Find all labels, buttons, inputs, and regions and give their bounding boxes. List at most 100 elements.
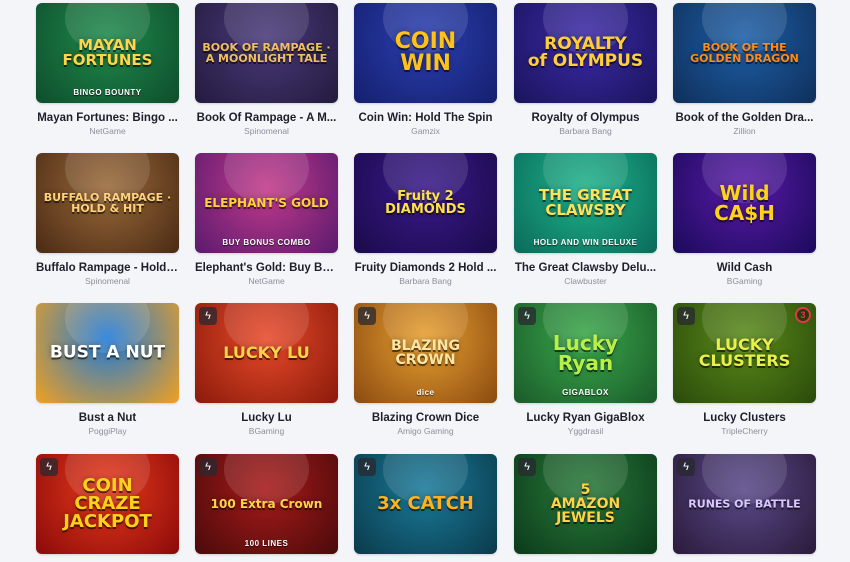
game-art-subtitle: BUY BONUS COMBO	[222, 238, 311, 247]
game-art-title: Fruity 2 DIAMONDS	[385, 189, 466, 217]
game-provider: BGaming	[726, 276, 763, 286]
game-name[interactable]: Royalty of Olympus	[514, 112, 657, 124]
game-thumbnail[interactable]: BOOK OF THE GOLDEN DRAGON	[673, 3, 816, 103]
game-card[interactable]: Wild CA$H Wild Cash BGaming	[673, 153, 816, 286]
game-card[interactable]: COIN WIN Coin Win: Hold The Spin Gamzix	[354, 3, 497, 136]
game-art-subtitle: HOLD AND WIN DELUXE	[533, 238, 638, 247]
game-art-title: BUFFALO RAMPAGE · HOLD & HIT	[43, 191, 172, 215]
game-provider: Clawbuster	[564, 276, 607, 286]
game-name[interactable]: Book of the Golden Dra...	[673, 112, 816, 124]
game-art-subtitle: dice	[416, 388, 435, 397]
game-provider: TripleCherry	[721, 426, 768, 436]
game-card[interactable]: ROYALTY of OLYMPUS Royalty of Olympus Barb…	[514, 3, 657, 136]
lightning-icon: ϟ	[358, 307, 376, 325]
game-art-title: BOOK OF RAMPAGE · A MOONLIGHT TALE	[202, 41, 331, 65]
game-thumbnail[interactable]: 3x CATCH ϟ	[354, 454, 497, 554]
game-name[interactable]: The Great Clawsby Delu...	[514, 262, 657, 274]
game-thumbnail[interactable]: LUCKY LU ϟ	[195, 303, 338, 403]
game-provider: NetGame	[89, 126, 126, 136]
game-thumbnail[interactable]: THE GREAT CLAWSBY HOLD AND WIN DELUXE	[514, 153, 657, 253]
game-thumbnail[interactable]: MAYAN FORTUNES BINGO BOUNTY	[36, 3, 179, 103]
game-name[interactable]: Buffalo Rampage - Hold ...	[36, 262, 179, 274]
game-thumbnail[interactable]: 100 Extra Crown 100 LINES ϟ	[195, 454, 338, 554]
game-card[interactable]: MAYAN FORTUNES BINGO BOUNTY Mayan Fortunes…	[36, 3, 179, 136]
game-art-title: 100 Extra Crown	[210, 497, 323, 511]
game-card[interactable]: BLAZING CROWN dice ϟ Blazing Crown Dice Amig…	[354, 303, 497, 436]
game-art-title: LUCKY LU	[223, 343, 310, 362]
game-provider: PoggiPlay	[88, 426, 127, 436]
game-art-title: BUST A NUT	[49, 342, 166, 363]
lightning-icon: ϟ	[677, 307, 695, 325]
game-provider: BGaming	[248, 426, 285, 436]
game-name[interactable]: Elephant's Gold: Buy Bo...	[195, 262, 338, 274]
game-art-title: THE GREAT CLAWSBY	[538, 186, 633, 219]
game-card[interactable]: Fruity 2 DIAMONDS Fruity Diamonds 2 Hold …	[354, 153, 497, 286]
game-thumbnail[interactable]: BUST A NUT	[36, 303, 179, 403]
game-thumbnail[interactable]: ELEPHANT'S GOLD BUY BONUS COMBO	[195, 153, 338, 253]
game-card[interactable]: RUNES OF BATTLE ϟ	[673, 454, 816, 554]
game-provider: Zillion	[733, 126, 756, 136]
game-card[interactable]: 100 Extra Crown 100 LINES ϟ	[195, 454, 338, 554]
game-provider: Spinomenal	[244, 126, 289, 136]
game-thumbnail[interactable]: Fruity 2 DIAMONDS	[354, 153, 497, 253]
lightning-icon: ϟ	[199, 458, 217, 476]
game-art-title: COIN WIN	[394, 29, 457, 76]
game-provider: Yggdrasil	[567, 426, 604, 436]
game-card[interactable]: ELEPHANT'S GOLD BUY BONUS COMBO Elephant's…	[195, 153, 338, 286]
game-card[interactable]: BUFFALO RAMPAGE · HOLD & HIT Buffalo Ramp…	[36, 153, 179, 286]
game-art-title: MAYAN FORTUNES	[62, 36, 153, 69]
game-art-title: RUNES OF BATTLE	[688, 497, 801, 511]
game-card[interactable]: 3x CATCH ϟ	[354, 454, 497, 554]
game-thumbnail[interactable]: COIN WIN	[354, 3, 497, 103]
game-name[interactable]: Mayan Fortunes: Bingo ...	[36, 112, 179, 124]
lightning-icon: ϟ	[518, 307, 536, 325]
game-card[interactable]: COIN CRAZE JACKPOT ϟ	[36, 454, 179, 554]
game-name[interactable]: Bust a Nut	[36, 412, 179, 424]
game-name[interactable]: Lucky Ryan GigaBlox	[514, 412, 657, 424]
game-thumbnail[interactable]: LUCKY CLUSTERS ϟ 3	[673, 303, 816, 403]
game-name[interactable]: Wild Cash	[673, 262, 816, 274]
game-thumbnail[interactable]: RUNES OF BATTLE ϟ	[673, 454, 816, 554]
game-thumbnail[interactable]: COIN CRAZE JACKPOT ϟ	[36, 454, 179, 554]
game-thumbnail[interactable]: Lucky Ryan GIGABLOX ϟ	[514, 303, 657, 403]
lightning-icon: ϟ	[677, 458, 695, 476]
game-name[interactable]: Book Of Rampage - A M...	[195, 112, 338, 124]
provider-mark-icon: 3	[795, 307, 811, 323]
game-thumbnail[interactable]: BOOK OF RAMPAGE · A MOONLIGHT TALE	[195, 3, 338, 103]
game-card[interactable]: LUCKY LU ϟ Lucky Lu BGaming	[195, 303, 338, 436]
game-card[interactable]: THE GREAT CLAWSBY HOLD AND WIN DELUXE The …	[514, 153, 657, 286]
game-card[interactable]: BUST A NUT Bust a Nut PoggiPlay	[36, 303, 179, 436]
game-provider: Gamzix	[411, 126, 440, 136]
lightning-icon: ϟ	[518, 458, 536, 476]
game-art-title: ELEPHANT'S GOLD	[204, 196, 329, 210]
game-art-title: 5 AMAZON JEWELS	[550, 482, 621, 526]
game-card[interactable]: BOOK OF THE GOLDEN DRAGON Book of the Gol…	[673, 3, 816, 136]
game-art-title: COIN CRAZE JACKPOT	[63, 475, 152, 532]
game-card[interactable]: 5 AMAZON JEWELS ϟ	[514, 454, 657, 554]
game-name[interactable]: Fruity Diamonds 2 Hold ...	[354, 262, 497, 274]
game-thumbnail[interactable]: ROYALTY of OLYMPUS	[514, 3, 657, 103]
game-thumbnail[interactable]: 5 AMAZON JEWELS ϟ	[514, 454, 657, 554]
lightning-icon: ϟ	[358, 458, 376, 476]
game-thumbnail[interactable]: Wild CA$H	[673, 153, 816, 253]
game-art-title: Wild CA$H	[714, 181, 775, 225]
game-name[interactable]: Coin Win: Hold The Spin	[354, 112, 497, 124]
game-provider: Amigo Gaming	[397, 426, 454, 436]
game-card[interactable]: BOOK OF RAMPAGE · A MOONLIGHT TALE Book O…	[195, 3, 338, 136]
game-provider: Barbara Bang	[559, 126, 612, 136]
lightning-icon: ϟ	[40, 458, 58, 476]
thumbnail-glow	[701, 454, 788, 504]
game-name[interactable]: Blazing Crown Dice	[354, 412, 497, 424]
lightning-icon: ϟ	[199, 307, 217, 325]
game-name[interactable]: Lucky Lu	[195, 412, 338, 424]
game-thumbnail[interactable]: BLAZING CROWN dice ϟ	[354, 303, 497, 403]
game-art-title: LUCKY CLUSTERS	[698, 335, 791, 370]
game-card[interactable]: LUCKY CLUSTERS ϟ 3 Lucky Clusters TripleCher…	[673, 303, 816, 436]
game-card[interactable]: Lucky Ryan GIGABLOX ϟ Lucky Ryan GigaBlox Yg…	[514, 303, 657, 436]
game-thumbnail[interactable]: BUFFALO RAMPAGE · HOLD & HIT	[36, 153, 179, 253]
game-provider: Barbara Bang	[399, 276, 452, 286]
game-name[interactable]: Lucky Clusters	[673, 412, 816, 424]
game-art-title: 3x CATCH	[377, 493, 474, 514]
game-provider: NetGame	[248, 276, 285, 286]
games-grid: MAYAN FORTUNES BINGO BOUNTY Mayan Fortunes…	[0, 0, 850, 562]
